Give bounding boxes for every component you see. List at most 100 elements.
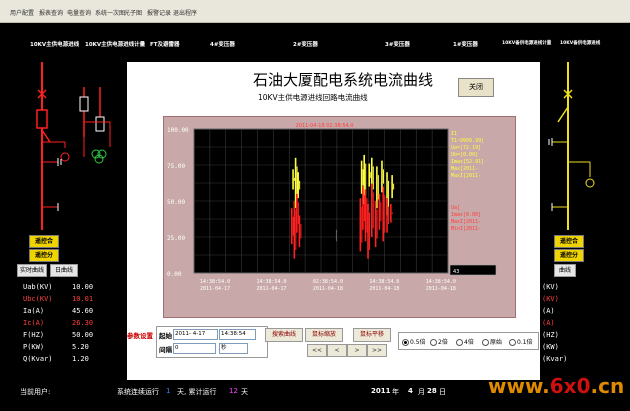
interval-unit-select[interactable]: 秒	[219, 343, 248, 354]
dialog-title: 石油大厦配电系统电流曲线	[253, 71, 434, 89]
feeder-title: 4#变压器	[210, 42, 235, 48]
realtime-curve-button[interactable]: 实时曲线	[17, 264, 47, 277]
remote-close-button[interactable]: 遥控合	[29, 235, 59, 248]
measure-label: (A)	[542, 319, 555, 327]
measure-value: 5.20	[72, 343, 89, 351]
x-tick-date: 2011-04-17	[200, 286, 230, 292]
feeder-title: 10KV主供电源进线	[30, 42, 80, 48]
menu-item[interactable]: 退出程序	[173, 8, 197, 17]
y-tick-label: 0.00	[167, 271, 182, 278]
zoom-option-label: 2倍	[438, 339, 448, 346]
menu-item[interactable]: 电量查询	[67, 8, 91, 17]
y-tick-label: 50.00	[167, 199, 185, 206]
zoom-option-label: 原始	[490, 339, 503, 346]
total-days: 12	[229, 387, 238, 395]
x-tick-date: 2011-04-18	[426, 286, 456, 292]
current-curve-chart[interactable]: 100.0075.0050.0025.000.0014:38:54.02011-…	[164, 117, 515, 317]
zoom-option[interactable]: 2倍	[430, 337, 448, 346]
feeder-title: 1#变压器	[453, 42, 478, 48]
y-tick-label: 75.00	[167, 163, 185, 170]
mouse-pan-button[interactable]: 鼠标平移	[353, 328, 391, 342]
time-settings-box: 起始 2011- 4-17 14:38:54 间隔 0 秒	[156, 326, 268, 358]
next-page-button[interactable]: >	[347, 344, 367, 357]
x-tick-date: 2011-04-17	[256, 286, 286, 292]
measure-label: (A)	[542, 307, 555, 315]
measure-value: 45.60	[72, 307, 94, 315]
curve-button[interactable]: 曲线	[554, 264, 576, 277]
measure-label: (Kvar)	[542, 355, 568, 363]
prev-page-button[interactable]: <	[327, 344, 347, 357]
right-single-line-diagram	[548, 62, 595, 230]
chart-frame: 100.00 75.00 50.00 25.00 0.00 14:38:54.0 2011-…	[163, 116, 516, 318]
mouse-zoom-button[interactable]: 鼠标缩放	[305, 328, 343, 342]
measure-label: F(HZ)	[23, 331, 45, 339]
menu-item[interactable]: 光子图	[124, 8, 142, 17]
date-month: 4	[408, 387, 413, 395]
measure-value: 10.00	[72, 283, 94, 291]
watermark-logo: www.6x0.cn	[488, 374, 625, 398]
left-single-line-diagram	[36, 62, 111, 230]
date-day: 28	[427, 387, 437, 395]
run-mid: 天, 累计运行	[177, 388, 217, 396]
feeder-header: 10KV主供电源进线 10KV主供电源进线计量 FT及避雷器 4#变压器 2#变…	[10, 28, 621, 62]
interval-value: 0	[175, 345, 179, 351]
x-tick-label: 02:38:54.0	[313, 279, 343, 285]
feeder-title: 10KV备供电源进线计量	[502, 41, 552, 46]
remote-open-button[interactable]: 遥控分	[29, 249, 59, 262]
zoom-option-label: 0.1倍	[517, 339, 533, 346]
remote-close-button[interactable]: 遥控合	[554, 235, 584, 248]
measure-value: 1.20	[72, 355, 89, 363]
menu-item[interactable]: 系统一次图	[95, 8, 125, 17]
x-tick-date: 2011-04-18	[369, 286, 399, 292]
y-tick-label: 25.00	[167, 235, 185, 242]
cursor-time-label: 2011-04-18 02:38:54.0	[296, 123, 354, 129]
current-user-label: 当前用户:	[20, 388, 51, 396]
measure-label: (HZ)	[542, 331, 559, 339]
dialog-subtitle: 10KV主供电源进线回路电流曲线	[258, 93, 368, 102]
zoom-radio-group: 0.5倍 2倍 4倍 原始 0.1倍	[398, 332, 539, 350]
zoom-option[interactable]: 原始	[482, 337, 502, 346]
x-tick-label: 14:38:54.0	[426, 279, 456, 285]
last-page-button[interactable]: >>	[367, 344, 387, 357]
menu-item[interactable]: 用户配置	[10, 8, 34, 17]
start-time-field[interactable]: 14:38:54	[219, 329, 256, 340]
y-tick-label: 100.00	[167, 127, 189, 134]
radio-unchecked	[509, 339, 516, 346]
day-unit2: 日	[439, 388, 446, 396]
legend-entry: Ub=[0.00]	[451, 152, 478, 158]
interval-unit-value: 秒	[221, 345, 227, 351]
close-button[interactable]: 关闭	[458, 78, 494, 97]
legend-entry: Imax[0.00]	[451, 212, 481, 218]
measure-label: Ic(A)	[23, 319, 45, 327]
zoom-option[interactable]: 0.5倍	[402, 337, 426, 346]
start-date-picker[interactable]: 2011- 4-17	[173, 329, 218, 340]
year-unit: 年	[392, 388, 399, 396]
measure-label: (KW)	[542, 343, 559, 351]
start-time-value: 14:38:54	[221, 331, 246, 337]
legend-entry: Max[2011-	[451, 166, 478, 172]
legend-entry: Imax[52.91]	[451, 159, 484, 165]
interval-stepper[interactable]: 0	[173, 343, 216, 354]
right-panel: 遥控合 遥控分 曲线 (KV) (KV) (A) (A) (HZ) (KW) (…	[540, 62, 621, 380]
measure-label: Ia(A)	[23, 307, 45, 315]
settings-label: 参数设置	[127, 332, 153, 340]
menu-item[interactable]: 报警记录	[147, 8, 171, 17]
search-curve-button[interactable]: 搜索曲线	[265, 328, 303, 342]
first-page-button[interactable]: <<	[307, 344, 327, 357]
interval-label: 间隔	[159, 346, 172, 354]
run-prefix: 系统连续运行	[117, 388, 159, 396]
start-label: 起始	[159, 332, 172, 340]
zoom-option[interactable]: 4倍	[456, 337, 474, 346]
remote-open-button[interactable]: 遥控分	[554, 249, 584, 262]
left-panel: 遥控合 遥控分 实时曲线 日曲线 Uab(KV) 10.00 Ubc(KV) 1…	[10, 62, 127, 380]
daily-curve-button[interactable]: 日曲线	[50, 264, 78, 277]
radio-unchecked	[482, 339, 489, 346]
menu-item[interactable]: 报表查询	[39, 8, 63, 17]
date-year: 2011	[371, 387, 391, 395]
measure-label: P(KW)	[23, 343, 45, 351]
zoom-option[interactable]: 0.1倍	[509, 337, 533, 346]
day-unit: 天	[241, 388, 248, 396]
measure-label: (KV)	[542, 283, 559, 291]
feeder-title: 2#变压器	[293, 42, 318, 48]
legend-entry: MaxI[2011-	[451, 173, 481, 179]
